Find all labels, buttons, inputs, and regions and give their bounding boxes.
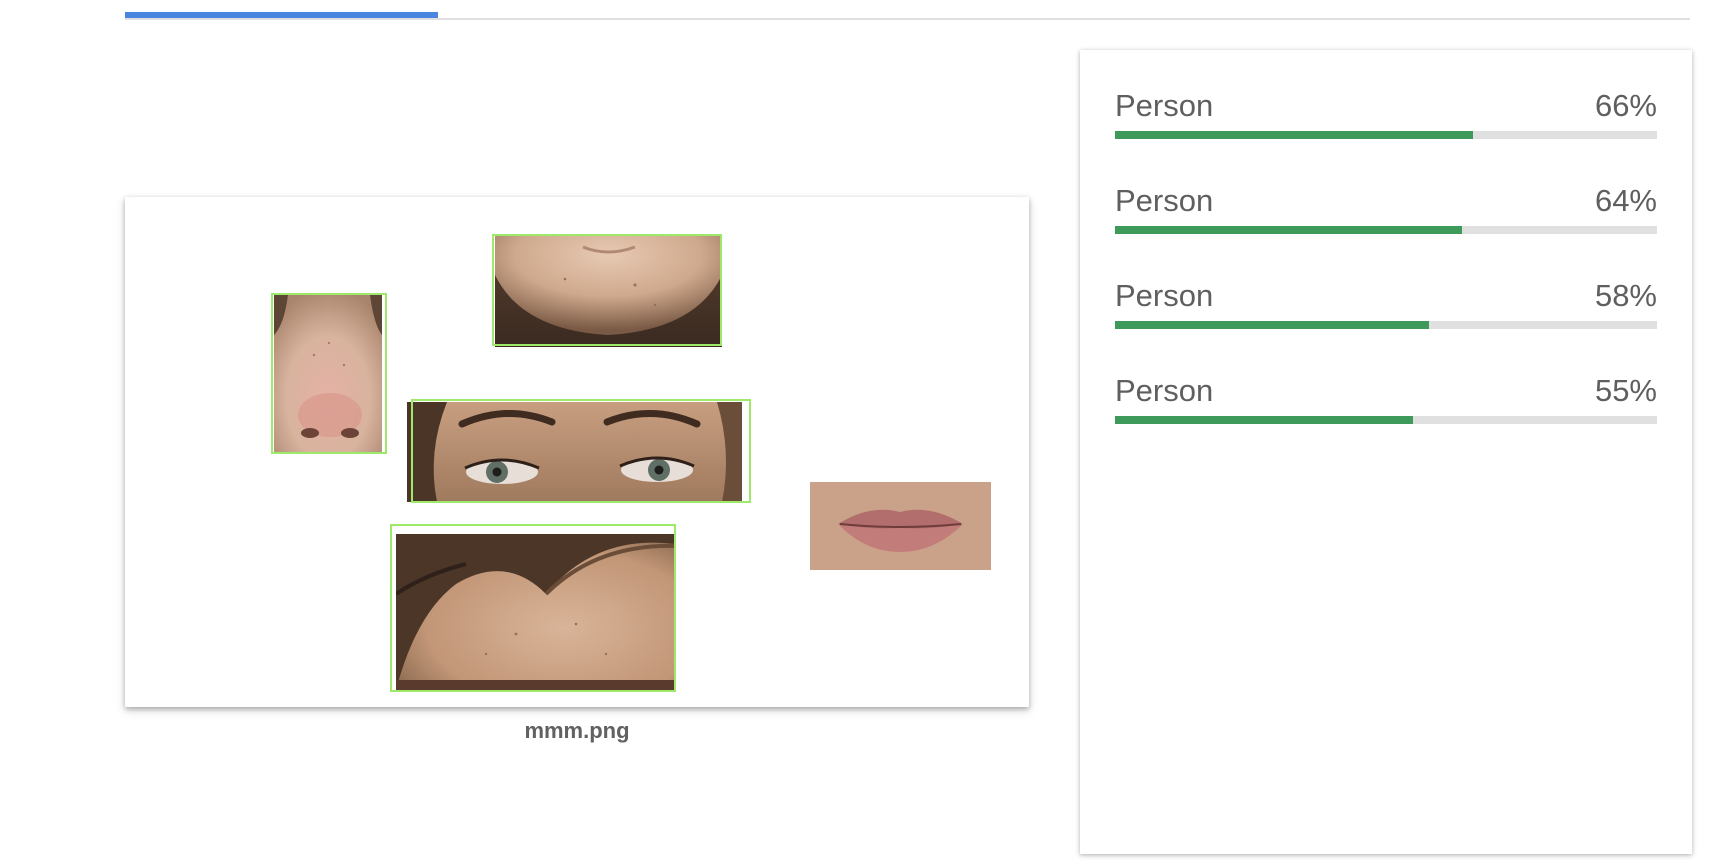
confidence-bar-track	[1115, 416, 1657, 424]
result-label: Person	[1115, 373, 1214, 408]
active-tab-indicator[interactable]	[125, 12, 438, 18]
result-percent: 66%	[1594, 88, 1657, 123]
forehead-bbox	[390, 524, 676, 692]
tab-track	[125, 18, 1690, 20]
confidence-bar-fill	[1115, 226, 1462, 234]
nose-bbox	[271, 293, 387, 454]
chin-bbox	[492, 234, 722, 346]
result-percent: 55%	[1594, 373, 1657, 408]
result-label: Person	[1115, 278, 1214, 313]
image-preview-card	[125, 197, 1029, 707]
confidence-bar-track	[1115, 321, 1657, 329]
lips-crop	[810, 482, 991, 570]
result-row[interactable]: Person 66%	[1115, 88, 1657, 148]
page: mmm.png Person 66% Person 64% Person 58%…	[0, 0, 1716, 860]
result-row[interactable]: Person 58%	[1115, 278, 1657, 338]
result-row[interactable]: Person 55%	[1115, 373, 1657, 433]
results-panel: Person 66% Person 64% Person 58% Person …	[1080, 50, 1692, 854]
confidence-bar-track	[1115, 131, 1657, 139]
eyes-bbox	[411, 399, 751, 503]
result-label: Person	[1115, 183, 1214, 218]
file-name-label: mmm.png	[524, 718, 630, 743]
confidence-bar-fill	[1115, 416, 1414, 424]
confidence-bar-track	[1115, 226, 1657, 234]
result-label: Person	[1115, 88, 1214, 123]
confidence-bar-fill	[1115, 321, 1430, 329]
confidence-bar-fill	[1115, 131, 1473, 139]
result-percent: 64%	[1594, 183, 1657, 218]
result-percent: 58%	[1594, 278, 1657, 313]
result-row[interactable]: Person 64%	[1115, 183, 1657, 243]
